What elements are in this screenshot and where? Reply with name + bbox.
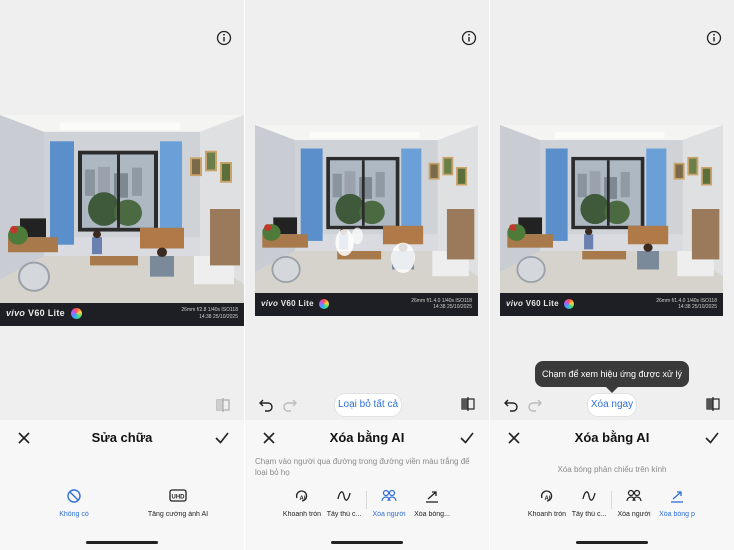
photo-preview[interactable]: vivo V60 Lite 26mm f/1.4.0 1/40s ISO118 … [255,125,478,316]
ai-circle-icon: AI [295,490,308,502]
home-indicator [576,541,648,544]
exif-datetime: 14:38 25/10/2025 [199,314,238,320]
info-icon[interactable] [461,30,477,46]
model-name: V60 Lite [28,308,65,318]
undo-icon[interactable] [502,395,520,413]
option-none[interactable]: Không có [44,488,104,518]
svg-text:UHD: UHD [172,495,186,501]
option-erase-reflection[interactable]: Xóa bóng... [407,488,457,518]
undo-icon[interactable] [257,395,275,413]
compare-icon[interactable] [459,395,477,413]
home-indicator [331,541,403,544]
ai-erase-reflection-panel: vivo V60 Lite 26mm f/1.4.0 1/40s ISO118 … [490,0,734,550]
sheet-title: Xóa bằng AI [329,430,405,445]
camera-ring-icon [564,299,575,309]
uhd-icon: UHD [169,489,187,502]
repair-panel: vivo V60 Lite 26mm f/2.8 1/40s ISO118 14… [0,0,244,550]
exif-datetime: 14:38 25/10/2025 [678,304,717,310]
redo-icon[interactable] [526,395,544,413]
confirm-icon[interactable] [212,428,232,448]
redo-icon[interactable] [281,395,299,413]
compare-icon[interactable] [214,396,232,414]
sheet-title: Sửa chữa [91,430,153,445]
ai-circle-icon: AI [540,490,553,502]
info-icon[interactable] [216,30,232,46]
brand-logo: vivo [261,299,279,309]
sheet-title: Xóa bằng AI [574,430,650,445]
option-label: Xóa bóng... [414,511,450,518]
person-outline[interactable] [351,227,363,245]
person-outline[interactable] [335,229,354,257]
brand-logo: vivo [6,308,26,318]
camera-ring-icon [319,299,330,309]
reflection-icon [426,491,438,503]
confirm-icon[interactable] [702,428,722,448]
model-name: V60 Lite [525,299,559,309]
people-icon [626,489,642,502]
exif-settings: 26mm f/2.8 1/40s ISO118 [181,307,238,313]
svg-text:AI: AI [545,496,551,502]
camera-ring-icon [70,308,82,320]
squiggle-icon [337,491,351,501]
option-erase-reflection[interactable]: Xóa bóng p [652,488,702,518]
confirm-icon[interactable] [457,428,477,448]
option-label: Không có [59,511,89,518]
reflection-icon [671,491,683,503]
remove-all-button[interactable]: Loại bỏ tất cả [334,393,402,417]
photo-preview[interactable]: vivo V60 Lite 26mm f/1.4.0 1/40s ISO118 … [500,125,723,316]
model-name: V60 Lite [280,299,314,309]
photo-watermark-bar: vivo V60 Lite 26mm f/1.4.0 1/40s ISO118 … [500,293,723,316]
bottom-sheet: Sửa chữa [0,420,244,550]
instruction-hint: Chạm vào người qua đường trong đường viề… [255,457,470,477]
compare-icon[interactable] [704,395,722,413]
ai-erase-people-panel: vivo V60 Lite 26mm f/1.4.0 1/40s ISO118 … [245,0,489,550]
home-indicator [86,541,158,544]
photo-preview[interactable]: vivo V60 Lite 26mm f/2.8 1/40s ISO118 14… [0,115,244,326]
exif-datetime: 14:38 25/10/2025 [433,304,472,310]
bottom-sheet: Xóa bằng AI Chạm vào người qua đường tro… [245,420,489,550]
info-icon[interactable] [706,30,722,46]
squiggle-icon [582,491,596,501]
people-icon [381,489,397,502]
erase-now-button[interactable]: Xóa ngay [587,393,637,417]
no-entry-icon [67,489,81,503]
person-outline[interactable] [391,242,415,273]
brand-logo: vivo [506,299,524,309]
option-ai-enhance[interactable]: UHD Tăng cường ảnh AI [142,488,214,518]
photo-watermark-bar: vivo V60 Lite 26mm f/2.8 1/40s ISO118 14… [0,303,244,326]
svg-text:AI: AI [300,496,306,502]
instruction-hint: Xóa bóng phản chiếu trên kính [557,465,667,474]
photo-watermark-bar: vivo V60 Lite 26mm f/1.4.0 1/40s ISO118 … [255,293,478,316]
bottom-sheet: Xóa bằng AI Xóa bóng phản chiếu trên kín… [490,420,734,550]
option-label: Tăng cường ảnh AI [147,511,209,518]
option-label: Xóa bóng p [659,511,695,518]
preview-tooltip[interactable]: Chạm để xem hiệu ứng được xử lý [535,361,689,393]
